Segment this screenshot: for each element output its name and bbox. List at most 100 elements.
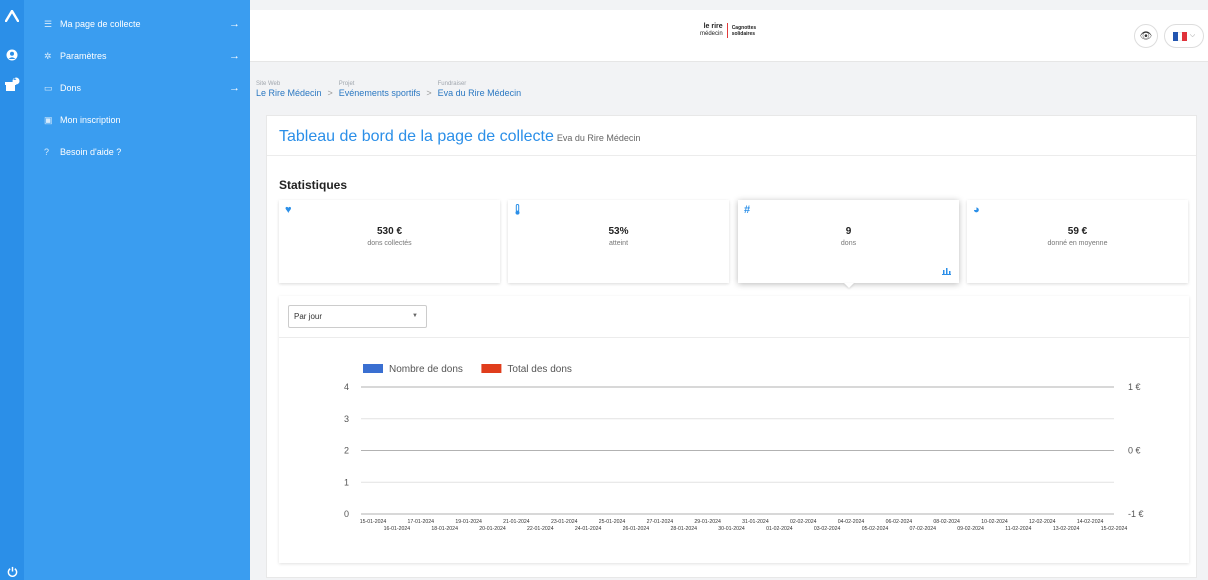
period-select-value: Par jour xyxy=(294,312,323,321)
stat-value: 9 xyxy=(845,226,852,237)
arrow-right-icon: → xyxy=(229,50,240,62)
power-icon[interactable] xyxy=(0,560,24,580)
breadcrumb-link[interactable]: Eva du Rire Médecin xyxy=(438,88,522,99)
gift-icon[interactable]: 1 xyxy=(0,74,24,96)
legend-label: Nombre de dons xyxy=(389,364,463,375)
x-tick-label: 30-01-2024 xyxy=(718,526,745,532)
menu-item-besoin-aide[interactable]: ? Besoin d'aide ? xyxy=(24,140,250,164)
logo-text-right: Cagnottes solidaires xyxy=(731,24,757,37)
donations-chart: Nombre de dons Total des dons 0 1 2 3 4 -1 € 0 €… xyxy=(344,364,1144,532)
stats-heading: Statistiques xyxy=(279,178,348,192)
x-tick-label: 31-01-2024 xyxy=(742,519,769,525)
stat-value: 59 € xyxy=(1067,226,1088,237)
period-select[interactable]: Par jour ▼ xyxy=(288,305,427,328)
arrow-right-icon: → xyxy=(229,82,240,94)
stat-card-collected[interactable]: ♥ 530 € dons collectés xyxy=(279,200,500,283)
card-icon: ▭ xyxy=(44,82,53,93)
x-tick-label: 01-02-2024 xyxy=(766,526,793,532)
x-tick-label: 09-02-2024 xyxy=(957,526,984,532)
preview-button[interactable]: 👁 xyxy=(1134,24,1158,48)
x-tick-label: 21-01-2024 xyxy=(503,519,530,525)
arrow-right-icon: → xyxy=(229,18,240,30)
menu-item-label: Ma page de collecte xyxy=(60,19,141,29)
menu-item-parametres[interactable]: ✲ Paramètres → xyxy=(24,44,250,68)
legend-label: Total des dons xyxy=(507,364,572,375)
breadcrumb-projet[interactable]: Projet Evénements sportifs xyxy=(339,80,421,99)
ticket-icon: ▣ xyxy=(44,114,53,125)
x-tick-label: 25-01-2024 xyxy=(599,519,626,525)
y2-tick-label: -1 € xyxy=(1128,509,1144,519)
x-tick-label: 26-01-2024 xyxy=(623,526,650,532)
chevron-down-icon: ⌵ xyxy=(1189,32,1196,39)
list-icon: ☰ xyxy=(44,18,53,29)
menu-item-label: Mon inscription xyxy=(60,115,121,125)
caret-down-icon: ▼ xyxy=(412,313,418,319)
x-tick-label: 07-02-2024 xyxy=(910,526,937,532)
x-tick-label: 29-01-2024 xyxy=(694,519,721,525)
user-icon[interactable] xyxy=(0,44,24,66)
hash-icon: # xyxy=(744,204,751,216)
stat-card-reached[interactable]: 53% atteint xyxy=(508,200,729,283)
menu-item-ma-page[interactable]: ☰ Ma page de collecte → xyxy=(24,12,250,36)
y-tick-label: 4 xyxy=(344,382,349,392)
sidebar-menu: ☰ Ma page de collecte → ✲ Paramètres → ▭… xyxy=(24,0,250,580)
x-tick-label: 28-01-2024 xyxy=(670,526,697,532)
x-tick-label: 14-02-2024 xyxy=(1077,519,1104,525)
x-tick-label: 11-02-2024 xyxy=(1005,526,1031,532)
x-tick-label: 27-01-2024 xyxy=(647,519,674,525)
logo-icon[interactable] xyxy=(0,5,24,27)
logo-text-left: le rire médecin xyxy=(700,23,728,38)
breadcrumb-link[interactable]: Evénements sportifs xyxy=(339,88,421,99)
dashboard-card: Tableau de bord de la page de collecte Ev… xyxy=(266,115,1197,578)
x-tick-label: 15-02-2024 xyxy=(1101,526,1128,532)
breadcrumb-caption: Projet xyxy=(338,81,355,87)
icon-rail: 1 xyxy=(0,0,24,580)
menu-item-label: Paramètres xyxy=(60,51,107,61)
active-pointer xyxy=(844,283,854,288)
gauge-icon: ◕ xyxy=(973,204,980,216)
x-tick-label: 24-01-2024 xyxy=(575,526,602,532)
breadcrumb-separator: > xyxy=(426,88,432,98)
help-icon: ? xyxy=(44,147,50,157)
page-subtitle: Eva du Rire Médecin xyxy=(556,133,641,143)
breadcrumb-link[interactable]: Le Rire Médecin xyxy=(256,88,322,99)
breadcrumb-fundraiser[interactable]: Fundraiser Eva du Rire Médecin xyxy=(438,80,522,99)
top-header: le rire médecin Cagnottes solidaires 👁 ⌵ xyxy=(250,10,1208,62)
x-tick-label: 13-02-2024 xyxy=(1053,526,1080,532)
gear-icon: ✲ xyxy=(44,50,52,61)
x-tick-label: 10-02-2024 xyxy=(981,519,1008,525)
x-tick-label: 06-02-2024 xyxy=(886,519,913,525)
y2-tick-label: 0 € xyxy=(1128,446,1141,456)
menu-item-label: Dons xyxy=(60,83,82,93)
france-flag-icon xyxy=(1172,31,1187,41)
y-tick-label: 0 xyxy=(344,509,349,519)
x-tick-label: 23-01-2024 xyxy=(551,519,578,525)
stat-label: dons collectés xyxy=(367,240,412,247)
breadcrumb: Site Web Le Rire Médecin > Projet Evénem… xyxy=(256,80,521,99)
menu-item-mon-inscription[interactable]: ▣ Mon inscription xyxy=(24,108,250,132)
y-tick-label: 2 xyxy=(344,446,349,456)
page-title-text: Tableau de bord de la page de collecte xyxy=(279,128,554,145)
stat-label: dons xyxy=(840,240,857,247)
x-tick-label: 19-01-2024 xyxy=(455,519,482,525)
menu-item-label: Besoin d'aide ? xyxy=(60,147,122,157)
x-tick-label: 02-02-2024 xyxy=(790,519,817,525)
chart-panel: Par jour ▼ Nombre de dons Total des dons 0… xyxy=(279,296,1189,563)
breadcrumb-site[interactable]: Site Web Le Rire Médecin xyxy=(256,80,322,99)
thermometer-icon xyxy=(514,204,521,218)
language-selector[interactable]: ⌵ xyxy=(1164,24,1204,48)
brand-logo[interactable]: le rire médecin Cagnottes solidaires xyxy=(700,23,756,38)
heart-icon: ♥ xyxy=(285,204,292,216)
page-title: Tableau de bord de la page de collecte Ev… xyxy=(279,128,640,146)
stat-card-donations[interactable]: # 9 dons xyxy=(738,200,959,283)
menu-item-dons[interactable]: ▭ Dons → xyxy=(24,76,250,100)
bar-chart-icon[interactable] xyxy=(942,268,951,277)
x-tick-label: 08-02-2024 xyxy=(933,519,960,525)
stat-card-average[interactable]: ◕ 59 € donné en moyenne xyxy=(967,200,1188,283)
eye-icon: 👁 xyxy=(1139,30,1153,42)
x-tick-label: 03-02-2024 xyxy=(814,526,841,532)
legend-swatch xyxy=(481,364,502,373)
x-tick-label: 17-01-2024 xyxy=(408,519,435,525)
stat-label: donné en moyenne xyxy=(1047,240,1108,247)
x-tick-label: 12-02-2024 xyxy=(1029,519,1056,525)
